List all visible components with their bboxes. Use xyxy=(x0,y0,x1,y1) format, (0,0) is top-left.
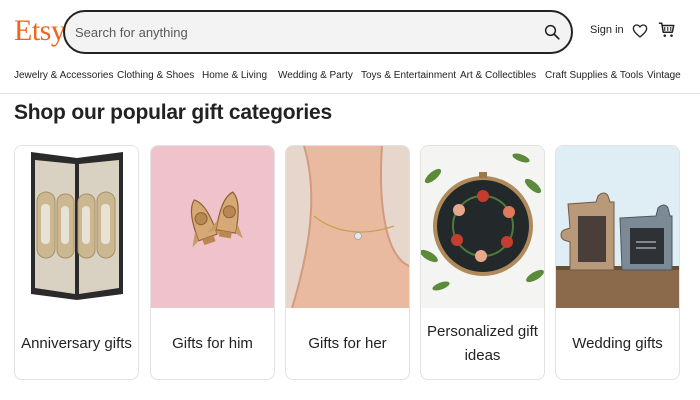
category-card-gifts-for-her[interactable]: Gifts for her xyxy=(285,145,410,380)
nav-item-jewelry-accessories[interactable]: Jewelry & Accessories xyxy=(14,70,113,81)
site-header: Etsy Sign in xyxy=(0,0,700,60)
category-card-gifts-for-him[interactable]: Gifts for him xyxy=(150,145,275,380)
nav-item-home-living[interactable]: Home & Living xyxy=(202,70,267,81)
section-title: Shop our popular gift categories xyxy=(14,101,332,124)
gifts-for-her-image xyxy=(286,146,409,308)
category-label: Wedding gifts xyxy=(572,335,663,352)
category-card-personalized-gift-ideas[interactable]: Personalized gift ideas xyxy=(420,145,545,380)
category-label: Anniversary gifts xyxy=(21,335,132,352)
search-bar[interactable] xyxy=(63,10,573,54)
search-input[interactable] xyxy=(75,12,535,52)
etsy-logo[interactable]: Etsy xyxy=(14,14,66,48)
sign-in-link[interactable]: Sign in xyxy=(590,24,624,36)
wedding-gifts-image xyxy=(556,146,679,308)
search-icon[interactable] xyxy=(543,23,561,41)
header-divider xyxy=(0,93,700,94)
nav-item-toys-entertainment[interactable]: Toys & Entertainment xyxy=(361,70,456,81)
heart-icon[interactable] xyxy=(632,23,648,39)
nav-item-art-collectibles[interactable]: Art & Collectibles xyxy=(460,70,536,81)
category-label: Gifts for him xyxy=(172,335,253,352)
nav-item-vintage[interactable]: Vintage xyxy=(647,70,681,81)
gifts-for-him-image xyxy=(151,146,274,308)
category-nav: Jewelry & Accessories Clothing & Shoes H… xyxy=(0,64,700,90)
category-card-wedding-gifts[interactable]: Wedding gifts xyxy=(555,145,680,380)
category-card-anniversary[interactable]: Anniversary gifts xyxy=(14,145,139,380)
anniversary-gifts-image xyxy=(15,146,138,308)
category-label: Personalized gift ideas xyxy=(427,323,538,364)
nav-item-clothing-shoes[interactable]: Clothing & Shoes xyxy=(117,70,194,81)
nav-item-craft-supplies-tools[interactable]: Craft Supplies & Tools xyxy=(545,70,643,81)
personalized-gift-ideas-image xyxy=(421,146,544,308)
nav-item-wedding-party[interactable]: Wedding & Party xyxy=(278,70,353,81)
cart-icon[interactable] xyxy=(658,21,676,39)
category-label: Gifts for her xyxy=(308,335,387,352)
